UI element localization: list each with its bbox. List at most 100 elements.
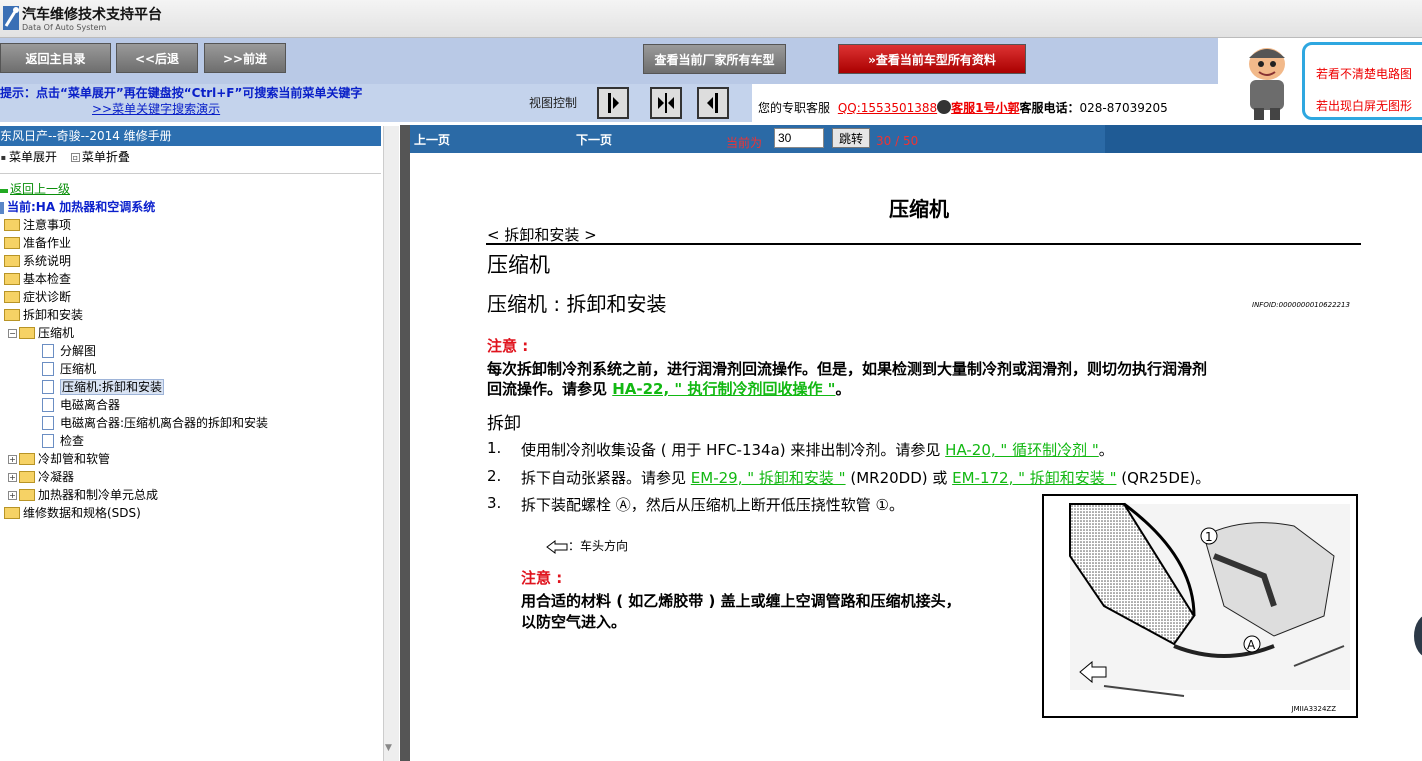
app-title: 汽车维修技术支持平台 [22,7,162,23]
step-2-number: 2. [487,467,502,485]
folder-icon [19,488,35,501]
sidebar-item-basic-check[interactable]: 基本检查 [4,270,71,288]
folder-open-icon [4,308,20,321]
svg-text:A: A [1247,638,1256,652]
view-right-pane-button[interactable] [697,87,729,119]
service-name-link[interactable]: 客服1号小郭 [951,101,1019,115]
caution-text-line2: 回流操作。请参见 HA-22, " 执行制冷剂回收操作 "。 [487,378,851,399]
figure-code: JMIIA3324ZZ [1291,705,1336,713]
view-left-pane-button[interactable] [597,87,629,119]
folder-icon [4,290,20,303]
sidebar-item-label: 压缩机 [60,362,97,376]
caution-label: 注意 : [487,337,529,355]
section-breadcrumb: < 拆卸和安装 > [487,226,597,244]
sidebar-item-label: 加热器和制冷单元总成 [38,488,159,502]
menu-expand-button[interactable]: 菜单展开 [9,150,57,164]
ad-line-2[interactable]: 若出现白屏无图形 [1316,97,1412,114]
phone-label: 客服电话： [1019,101,1080,115]
pane-splitter[interactable] [400,125,410,761]
page-number-input[interactable] [774,128,824,148]
app-header: 汽车维修技术支持平台 Data Of Auto System [0,0,1422,38]
all-models-button[interactable]: 查看当前厂家所有车型 [643,44,786,74]
next-page-button[interactable]: 下一页 [576,131,612,148]
jump-button[interactable]: 跳转 [832,128,870,148]
current-section-label: 当前:HA 加热器和空调系统 [7,200,156,214]
expand-right-icon [608,93,619,113]
sidebar-item-label: 基本检查 [23,272,72,286]
pager-bar-right [1105,125,1422,153]
qq-icon [937,100,952,114]
caution-2-line2: 以防空气进入。 [521,613,627,631]
ad-line-1[interactable]: 若看不清楚电路图 [1316,65,1412,82]
document-icon [42,361,54,376]
caution-text-end: 。 [835,380,851,398]
sidebar-item-inspection[interactable]: 检查 [42,432,84,450]
collapse-icon: ▫ [70,153,80,162]
sidebar-item-compressor-removal[interactable]: 压缩机:拆卸和安装 [42,378,165,396]
sidebar-item-clutch-removal[interactable]: 电磁离合器:压缩机离合器的拆卸和安装 [42,414,268,432]
step-2-text: 拆下自动张紧器。请参见 [521,469,691,487]
forward-button[interactable]: >>前进 [204,43,286,73]
all-docs-button[interactable]: »查看当前车型所有资料 [838,44,1026,74]
sidebar-item-notes[interactable]: 注意事项 [4,216,71,234]
folder-icon [4,236,20,249]
sidebar-item-pipes[interactable]: + 冷却管和软管 [8,450,110,468]
step-1-number: 1. [487,439,502,457]
search-demo-link[interactable]: >>菜单关键字搜索演示 [92,100,220,117]
step-3-number: 3. [487,494,502,512]
back-up-link[interactable]: 返回上一级 [10,182,70,196]
sidebar-item-removal[interactable]: 拆卸和安装 [4,306,83,324]
document-icon [42,397,54,412]
em29-link[interactable]: EM-29, " 拆卸和安装 " [691,469,846,487]
sidebar-item-sds[interactable]: 维修数据和规格(SDS) [4,504,141,522]
qq-link[interactable]: QQ:1553501388 [838,101,937,115]
sidebar-item-clutch[interactable]: 电磁离合器 [42,396,120,414]
back-up-row[interactable]: 返回上一级 [0,180,70,198]
double-chevron-icon: » [868,53,876,67]
sidebar-item-exploded[interactable]: 分解图 [42,342,96,360]
document-icon [42,433,54,448]
front-arrow-icon [546,539,568,554]
current-marker-icon [0,201,4,214]
view-split-button[interactable] [650,87,682,119]
sidebar-item-system[interactable]: 系统说明 [4,252,71,270]
step-1-end: 。 [1098,441,1114,459]
ha20-link[interactable]: HA-20, " 循环制冷剂 " [945,441,1099,459]
step-1-text: 使用制冷剂收集设备 ( 用于 HFC-134a) 来排出制冷剂。请参见 [521,441,946,459]
doc-subheading: 压缩机 : 拆卸和安装 [487,292,667,316]
sidebar-item-diagnosis[interactable]: 症状诊断 [4,288,71,306]
caution-text-prefix: 回流操作。请参见 [487,380,613,398]
step-2-end: (QR25DE)。 [1116,469,1211,487]
sidebar-divider [0,173,381,174]
expand-left-icon [707,93,718,113]
direction-note-text: ：车头方向 [568,539,629,553]
mechanic-mascot-icon [1249,48,1285,120]
sidebar-item-heater-unit[interactable]: + 加热器和制冷单元总成 [8,486,158,504]
menu-collapse-button[interactable]: 菜单折叠 [82,150,130,164]
caution-2-line1: 用合适的材料 ( 如乙烯胶带 ) 盖上或缠上空调管路和压缩机接头， [521,592,961,610]
sidebar-scrollbar[interactable] [383,126,399,761]
expand-node-icon: + [8,491,17,500]
folder-icon [19,470,35,483]
document-icon [42,379,54,394]
sidebar-item-compressor[interactable]: − 压缩机 [8,324,74,342]
sidebar-item-label-selected: 压缩机:拆卸和安装 [60,379,165,395]
folder-icon [4,506,20,519]
ha22-link[interactable]: HA-22, " 执行制冷剂回收操作 " [612,380,835,398]
engine-bay-illustration: 1 A [1069,502,1350,697]
scroll-down-icon[interactable]: ▼ [385,743,392,753]
sidebar-item-label: 症状诊断 [23,290,72,304]
prev-page-button[interactable]: 上一页 [414,131,450,148]
document-icon [42,343,54,358]
em172-link[interactable]: EM-172, " 拆卸和安装 " [952,469,1116,487]
home-button[interactable]: 返回主目录 [0,43,111,73]
sidebar-item-condenser[interactable]: + 冷凝器 [8,468,74,486]
sidebar-item-compressor-doc[interactable]: 压缩机 [42,360,96,378]
doc-heading: 压缩机 [487,253,550,277]
step-1: 使用制冷剂收集设备 ( 用于 HFC-134a) 来排出制冷剂。请参见 HA-2… [521,439,1114,460]
app-subtitle: Data Of Auto System [22,23,107,32]
folder-open-icon [19,326,35,339]
folder-icon [19,452,35,465]
sidebar-item-prep[interactable]: 准备作业 [4,234,71,252]
back-button[interactable]: <<后退 [116,43,198,73]
